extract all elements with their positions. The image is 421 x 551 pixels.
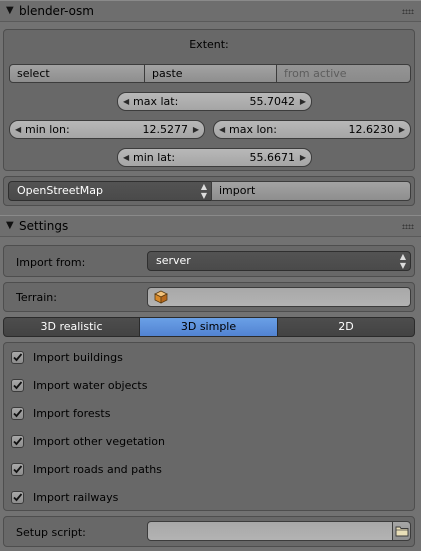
checkbox-checked-icon[interactable]	[11, 351, 24, 364]
folder-icon	[395, 524, 409, 541]
increment-arrow-icon[interactable]: ▶	[300, 149, 306, 166]
setup-script-box: Setup script:	[3, 516, 415, 547]
extent-heading: Extent:	[189, 38, 229, 51]
min-lat-label: min lat:	[133, 151, 176, 164]
decrement-arrow-icon[interactable]: ◀	[219, 121, 225, 138]
select-button[interactable]: select	[9, 64, 145, 83]
drag-grip-icon[interactable]	[402, 224, 414, 229]
osm-panel-title: blender-osm	[19, 4, 94, 18]
checkbox-checked-icon[interactable]	[11, 435, 24, 448]
option-label: Import buildings	[33, 351, 123, 364]
option-import-forests[interactable]: Import forests	[11, 406, 401, 422]
source-dropdown[interactable]: OpenStreetMap ▲ ▼	[8, 181, 212, 201]
decrement-arrow-icon[interactable]: ◀	[123, 149, 129, 166]
option-import-buildings[interactable]: Import buildings	[11, 350, 401, 366]
mesh-cube-icon	[154, 290, 168, 307]
increment-arrow-icon[interactable]: ▶	[193, 121, 199, 138]
min-lon-label: min lon:	[25, 123, 70, 136]
file-browse-button[interactable]	[392, 521, 411, 541]
import-from-label: Import from:	[16, 256, 86, 269]
option-label: Import water objects	[33, 379, 148, 392]
max-lat-field[interactable]: ◀ max lat: 55.7042 ▶	[117, 92, 312, 111]
import-button[interactable]: import	[211, 181, 411, 201]
option-import-water-objects[interactable]: Import water objects	[11, 378, 401, 394]
collapse-triangle-icon[interactable]: ▼	[6, 5, 14, 16]
min-lon-field[interactable]: ◀ min lon: 12.5277 ▶	[9, 120, 205, 139]
checkbox-checked-icon[interactable]	[11, 407, 24, 420]
import-from-dropdown[interactable]: server ▲ ▼	[147, 251, 411, 271]
from-active-button[interactable]: from active	[276, 64, 411, 83]
setup-script-input[interactable]	[147, 521, 393, 541]
paste-button[interactable]: paste	[144, 64, 277, 83]
settings-panel-header[interactable]: ▼ Settings	[0, 215, 421, 237]
terrain-label: Terrain:	[16, 291, 57, 304]
max-lon-field[interactable]: ◀ max lon: 12.6230 ▶	[213, 120, 411, 139]
decrement-arrow-icon[interactable]: ◀	[123, 93, 129, 110]
import-options-box: Import buildings Import water objects Im…	[3, 342, 415, 511]
min-lon-value: 12.5277	[142, 123, 189, 136]
settings-panel-title: Settings	[19, 219, 69, 233]
option-import-other-vegetation[interactable]: Import other vegetation	[11, 434, 401, 450]
updown-arrows-icon: ▲ ▼	[200, 182, 207, 200]
source-box: OpenStreetMap ▲ ▼ import	[3, 176, 415, 206]
option-import-roads-and-paths[interactable]: Import roads and paths	[11, 462, 401, 478]
collapse-triangle-icon[interactable]: ▼	[6, 220, 14, 231]
max-lat-value: 55.7042	[249, 95, 296, 108]
mode-3d-simple-button[interactable]: 3D simple	[139, 317, 278, 337]
increment-arrow-icon[interactable]: ▶	[399, 121, 405, 138]
import-from-value: server	[156, 254, 191, 267]
min-lat-field[interactable]: ◀ min lat: 55.6671 ▶	[117, 148, 312, 167]
option-label: Import other vegetation	[33, 435, 165, 448]
option-label: Import railways	[33, 491, 119, 504]
checkbox-checked-icon[interactable]	[11, 379, 24, 392]
option-label: Import roads and paths	[33, 463, 162, 476]
max-lon-value: 12.6230	[348, 123, 395, 136]
osm-panel-header[interactable]: ▼ blender-osm	[0, 0, 421, 22]
option-import-railways[interactable]: Import railways	[11, 490, 401, 506]
mode-2d-button[interactable]: 2D	[277, 317, 415, 337]
import-from-box: Import from: server ▲ ▼	[3, 245, 415, 277]
extent-box: Extent: select paste from active ◀ max l…	[3, 29, 415, 171]
mode-3d-realistic-button[interactable]: 3D realistic	[3, 317, 140, 337]
setup-script-label: Setup script:	[16, 526, 86, 539]
max-lat-label: max lat:	[133, 95, 179, 108]
source-dropdown-value: OpenStreetMap	[17, 184, 104, 197]
increment-arrow-icon[interactable]: ▶	[300, 93, 306, 110]
checkbox-checked-icon[interactable]	[11, 463, 24, 476]
decrement-arrow-icon[interactable]: ◀	[15, 121, 21, 138]
checkbox-checked-icon[interactable]	[11, 491, 24, 504]
drag-grip-icon[interactable]	[402, 9, 414, 14]
terrain-object-field[interactable]	[147, 287, 411, 307]
option-label: Import forests	[33, 407, 111, 420]
max-lon-label: max lon:	[229, 123, 277, 136]
updown-arrows-icon: ▲ ▼	[399, 252, 406, 270]
min-lat-value: 55.6671	[249, 151, 296, 164]
terrain-box: Terrain:	[3, 282, 415, 312]
